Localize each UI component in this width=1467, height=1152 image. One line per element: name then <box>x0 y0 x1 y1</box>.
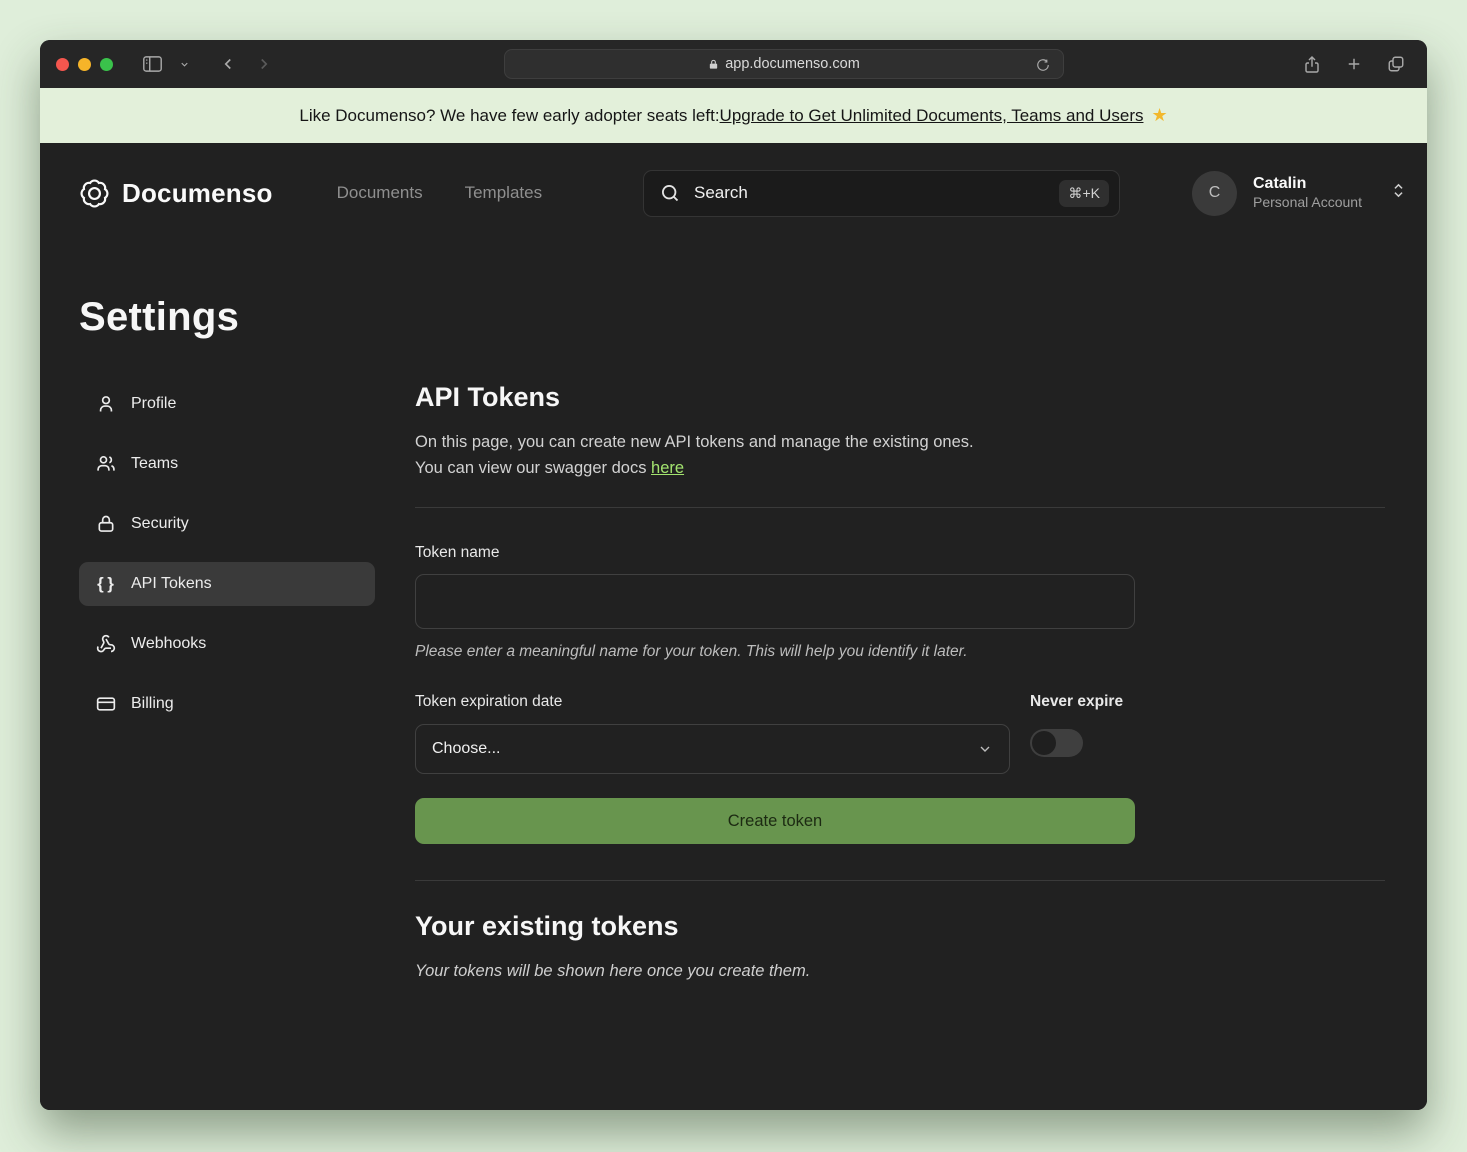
minimize-button[interactable] <box>78 58 91 71</box>
expiration-label: Token expiration date <box>415 693 1010 711</box>
lock-icon <box>96 514 116 534</box>
sidebar-toggle-icon[interactable] <box>137 49 167 79</box>
star-icon: ★ <box>1151 105 1167 126</box>
account-menu[interactable]: C Catalin Personal Account <box>1192 171 1407 216</box>
webhook-icon <box>96 634 116 654</box>
chevron-down-icon[interactable] <box>169 49 199 79</box>
section-description-line2: You can view our swagger docs <box>415 459 651 477</box>
never-expire-label: Never expire <box>1030 693 1135 711</box>
app-page: Documenso Documents Templates Search ⌘+K… <box>40 143 1427 1110</box>
braces-icon: { } <box>96 574 116 594</box>
reload-icon[interactable] <box>1031 53 1055 77</box>
sidebar-item-label: Profile <box>131 395 176 413</box>
sidebar-item-label: Teams <box>131 455 178 473</box>
promo-text: Like Documenso? We have few early adopte… <box>299 106 719 126</box>
never-expire-toggle[interactable] <box>1030 729 1083 757</box>
sidebar-item-teams[interactable]: Teams <box>79 442 375 486</box>
account-name: Catalin <box>1253 174 1362 194</box>
sidebar-item-label: Webhooks <box>131 635 206 653</box>
close-button[interactable] <box>56 58 69 71</box>
sidebar-item-api-tokens[interactable]: { } API Tokens <box>79 562 375 606</box>
traffic-lights <box>56 58 113 71</box>
brand-name: Documenso <box>122 178 273 209</box>
sidebar-item-billing[interactable]: Billing <box>79 682 375 726</box>
chevron-down-icon <box>977 741 993 757</box>
create-token-button[interactable]: Create token <box>415 798 1135 844</box>
browser-toolbar: app.documenso.com <box>40 40 1427 88</box>
share-icon[interactable] <box>1297 49 1327 79</box>
account-type: Personal Account <box>1253 194 1362 212</box>
new-tab-icon[interactable] <box>1339 49 1369 79</box>
browser-window: app.documenso.com Like Documenso? We hav… <box>40 40 1427 1110</box>
expiration-select[interactable]: Choose... <box>415 724 1010 774</box>
nav-templates[interactable]: Templates <box>465 183 542 203</box>
settings-sidebar: Profile Teams Security { } API Tokens We… <box>79 382 375 981</box>
existing-tokens-heading: Your existing tokens <box>415 911 1385 942</box>
divider <box>415 507 1385 508</box>
search-input[interactable]: Search ⌘+K <box>643 170 1120 217</box>
section-heading: API Tokens <box>415 382 1385 413</box>
back-icon[interactable] <box>213 49 243 79</box>
section-description-line1: On this page, you can create new API tok… <box>415 433 974 451</box>
sidebar-item-profile[interactable]: Profile <box>79 382 375 426</box>
avatar: C <box>1192 171 1237 216</box>
swagger-docs-link[interactable]: here <box>651 459 684 477</box>
upgrade-link[interactable]: Upgrade to Get Unlimited Documents, Team… <box>720 106 1144 126</box>
token-name-label: Token name <box>415 544 1385 562</box>
brand-logo[interactable]: Documenso <box>79 178 273 209</box>
search-icon <box>660 183 680 203</box>
existing-tokens-empty-text: Your tokens will be shown here once you … <box>415 962 1385 981</box>
users-icon <box>96 454 116 474</box>
sidebar-item-webhooks[interactable]: Webhooks <box>79 622 375 666</box>
page-title: Settings <box>79 295 1407 340</box>
tabs-overview-icon[interactable] <box>1381 49 1411 79</box>
divider <box>415 880 1385 881</box>
sidebar-item-label: API Tokens <box>131 575 212 593</box>
sidebar-item-label: Billing <box>131 695 174 713</box>
toggle-knob <box>1032 731 1056 755</box>
user-icon <box>96 394 116 414</box>
credit-card-icon <box>96 694 116 714</box>
token-name-help: Please enter a meaningful name for your … <box>415 643 1385 661</box>
url-bar[interactable]: app.documenso.com <box>504 49 1064 79</box>
expiration-selected-value: Choose... <box>432 740 500 758</box>
forward-icon[interactable] <box>249 49 279 79</box>
url-text: app.documenso.com <box>725 56 860 72</box>
nav-documents[interactable]: Documents <box>337 183 423 203</box>
settings-main: API Tokens On this page, you can create … <box>415 382 1385 981</box>
lock-icon <box>708 58 719 71</box>
main-nav: Documents Templates <box>337 183 542 203</box>
sidebar-item-security[interactable]: Security <box>79 502 375 546</box>
documenso-logo-icon <box>79 178 110 209</box>
token-name-input[interactable] <box>415 574 1135 629</box>
zoom-button[interactable] <box>100 58 113 71</box>
sidebar-item-label: Security <box>131 515 189 533</box>
search-placeholder: Search <box>694 183 748 203</box>
app-header: Documenso Documents Templates Search ⌘+K… <box>79 143 1407 243</box>
search-shortcut-badge: ⌘+K <box>1059 180 1109 207</box>
chevrons-up-down-icon <box>1390 182 1407 204</box>
promo-banner: Like Documenso? We have few early adopte… <box>40 88 1427 143</box>
